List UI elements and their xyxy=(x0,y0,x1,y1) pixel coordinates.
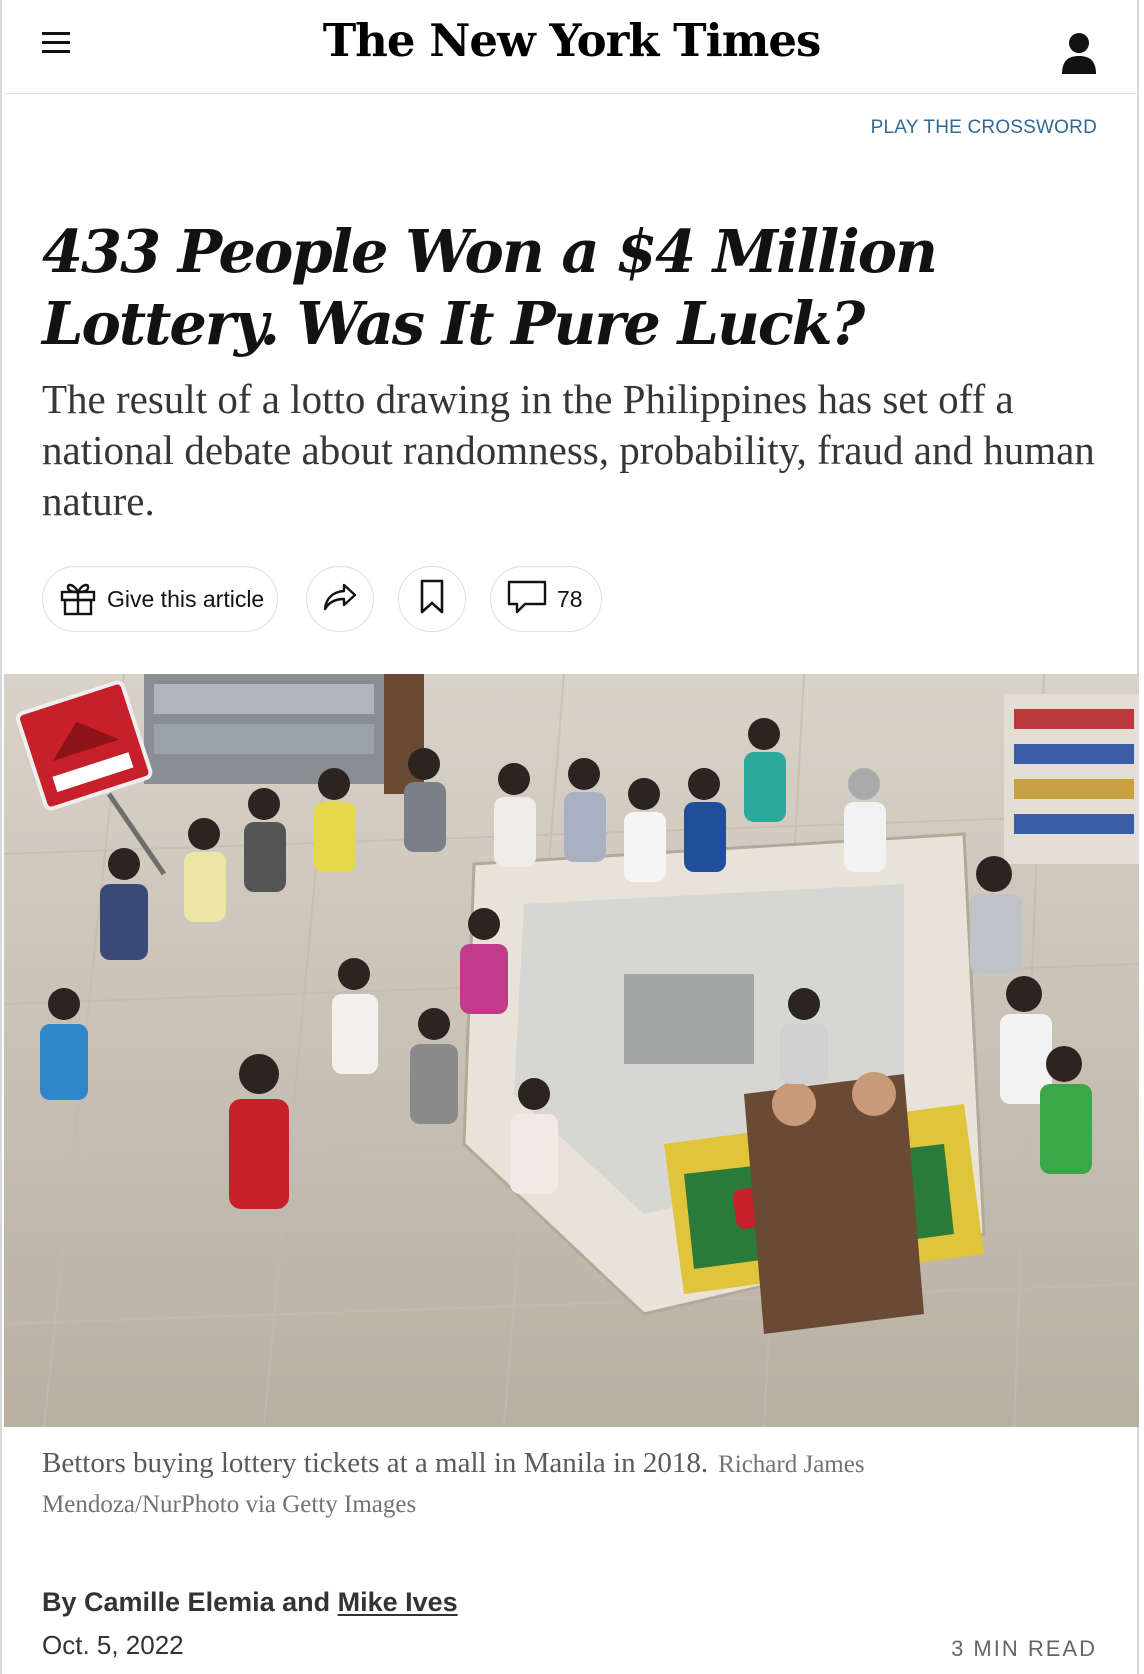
article-headline: 433 People Won a $4 Million Lottery. Was… xyxy=(42,217,938,358)
byline-prefix: By Camille Elemia and xyxy=(42,1587,338,1617)
gift-icon xyxy=(59,578,97,621)
give-article-label: Give this article xyxy=(107,585,265,612)
photo-caption: Bettors buying lottery tickets at a mall… xyxy=(42,1444,1042,1524)
person-icon[interactable] xyxy=(1059,30,1099,76)
masthead: The New York Times xyxy=(4,0,1139,94)
read-time: 3 MIN READ xyxy=(951,1636,1097,1661)
article-summary: The result of a lotto drawing in the Phi… xyxy=(42,376,1095,524)
publish-date: Oct. 5, 2022 xyxy=(42,1630,184,1660)
comments-count: 78 xyxy=(557,585,583,612)
give-article-button[interactable]: Give this article xyxy=(42,566,278,632)
comments-button[interactable]: 78 xyxy=(490,566,602,632)
share-button[interactable] xyxy=(306,566,374,632)
page-frame: The New York Times PLAY THE CROSSWORD 43… xyxy=(0,0,1139,1674)
save-button[interactable] xyxy=(398,566,466,632)
byline: By Camille Elemia and Mike Ives xyxy=(42,1587,458,1618)
comment-bubble-icon xyxy=(507,579,547,620)
author-link-mike-ives[interactable]: Mike Ives xyxy=(338,1587,458,1617)
share-arrow-icon xyxy=(322,582,358,617)
bookmark-icon xyxy=(419,579,445,620)
article-photo xyxy=(4,674,1139,1427)
nyt-logo[interactable]: The New York Times xyxy=(4,14,1139,67)
caption-text: Bettors buying lottery tickets at a mall… xyxy=(42,1447,709,1479)
play-crossword-link[interactable]: PLAY THE CROSSWORD xyxy=(871,117,1097,139)
